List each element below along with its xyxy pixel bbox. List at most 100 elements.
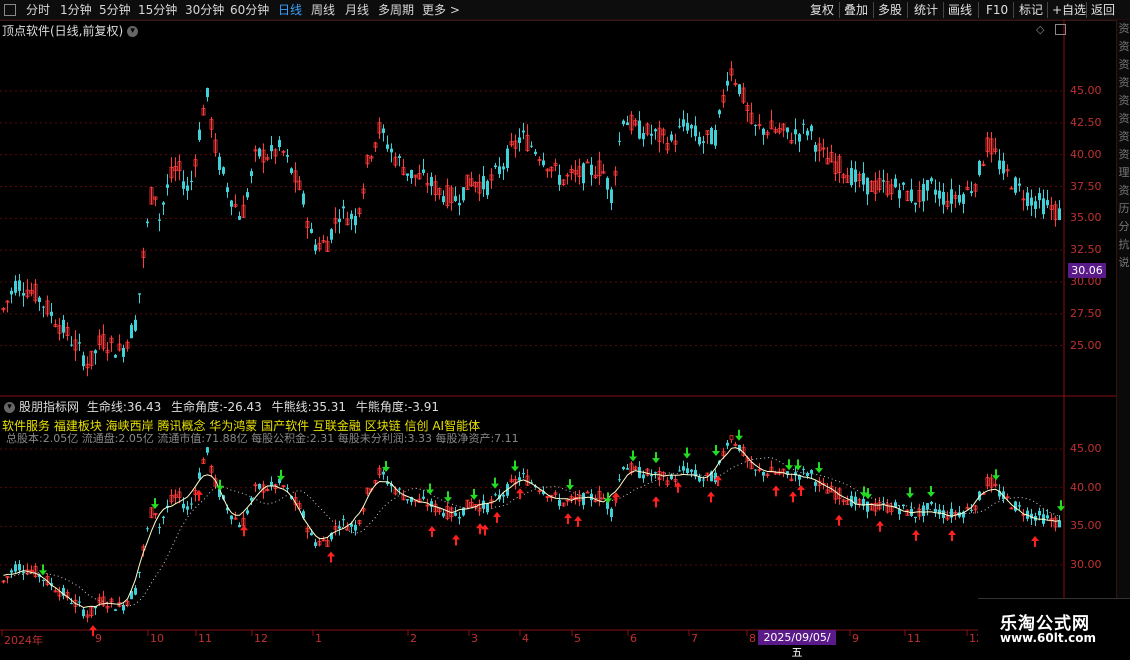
sell-arrow	[426, 483, 434, 495]
candle-body	[934, 189, 937, 195]
side-char: 资	[1118, 94, 1130, 107]
candle-body	[186, 506, 189, 510]
candle-body	[270, 145, 273, 152]
candle-body	[582, 163, 585, 184]
candle-body	[690, 469, 693, 472]
chevron-down-icon[interactable]: ▾	[127, 26, 139, 37]
candle-body	[970, 191, 973, 194]
candle-body	[866, 501, 869, 512]
candle-body	[38, 297, 41, 303]
candle-body	[522, 130, 525, 133]
candle-body	[10, 290, 13, 295]
candle-body	[182, 181, 185, 189]
candle-body	[590, 164, 593, 176]
candle-body	[310, 228, 313, 233]
x-label: 7	[691, 632, 698, 645]
sell-arrow	[511, 460, 519, 472]
candle-body	[1014, 177, 1017, 193]
buy-arrow	[772, 485, 780, 497]
watermark-logo: 乐淘公式网 www.60lt.com	[978, 598, 1130, 651]
kline-chart[interactable]	[0, 0, 1130, 650]
chart-title: 顶点软件(日线,前复权) ▾	[2, 22, 139, 39]
x-label: 5	[574, 632, 581, 645]
price-tick: 45.00	[1070, 84, 1102, 97]
candle-body	[930, 178, 933, 182]
candle-body	[702, 141, 705, 143]
candle-body	[698, 136, 701, 145]
candle-body	[694, 125, 697, 137]
buy-arrow	[797, 484, 805, 496]
candle-body	[314, 542, 317, 547]
candle-body	[158, 219, 161, 221]
candle-body	[422, 169, 425, 173]
candle-body	[18, 564, 21, 571]
life-line-label: 生命线:	[86, 400, 127, 414]
candle-body	[894, 178, 897, 188]
candle-body	[1018, 505, 1021, 507]
candle-body	[1030, 197, 1033, 206]
candle-body	[422, 496, 425, 499]
candle-body	[866, 177, 869, 195]
candle-body	[850, 168, 853, 186]
side-char: 历	[1118, 202, 1130, 215]
candle-body	[926, 180, 929, 191]
candle-body	[522, 473, 525, 475]
candle-body	[498, 166, 501, 175]
candle-body	[302, 193, 305, 205]
sell-arrow	[735, 429, 743, 441]
candle-body	[806, 130, 809, 136]
candle-body	[690, 125, 693, 129]
candle-body	[206, 88, 209, 98]
diamond-icon[interactable]: ◇	[1036, 23, 1044, 36]
candle-body	[998, 160, 1001, 170]
candle-body	[406, 173, 409, 176]
candle-body	[482, 176, 485, 190]
sell-arrow	[683, 447, 691, 459]
candle-body	[710, 128, 713, 145]
candle-body	[1002, 160, 1005, 174]
candle-body	[1038, 193, 1041, 201]
buy-arrow	[707, 491, 715, 503]
candle-body	[430, 176, 433, 187]
candle-body	[270, 481, 273, 486]
price-tick: 27.50	[1070, 306, 1102, 320]
candle-body	[494, 494, 497, 496]
candle-body	[382, 128, 385, 133]
candle-body	[238, 524, 241, 528]
candle-body	[1046, 515, 1049, 519]
candle-body	[250, 497, 253, 501]
x-label: 4	[522, 632, 529, 645]
buy-arrow	[574, 515, 582, 527]
x-label: 12	[254, 632, 268, 645]
candle-body	[654, 472, 657, 474]
candle-body	[502, 166, 505, 170]
candle-body	[938, 190, 941, 199]
side-char: 说	[1118, 256, 1130, 269]
candle-body	[338, 526, 341, 529]
candle-body	[518, 477, 521, 481]
candle-body	[642, 474, 645, 479]
life-angle-value: -26.43	[223, 400, 262, 414]
candle-body	[814, 145, 817, 152]
candle-body	[198, 472, 201, 479]
candle-body	[78, 342, 81, 344]
sell-arrow	[491, 477, 499, 489]
candle-body	[902, 182, 905, 185]
candle-body	[458, 516, 461, 519]
candle-body	[442, 196, 445, 203]
maximize-icon[interactable]	[1055, 24, 1066, 35]
candle-body	[950, 189, 953, 204]
side-panel-strip: 资资资资资资资资理资历分抗说	[1116, 20, 1130, 630]
buy-arrow	[912, 529, 920, 541]
candle-body	[14, 564, 17, 572]
buy-arrow	[195, 489, 203, 501]
chevron-down-icon[interactable]: ▾	[4, 402, 15, 413]
candle-body	[230, 515, 233, 520]
candle-body	[638, 466, 641, 478]
candle-body	[1014, 501, 1017, 511]
life-angle-label: 生命角度:	[171, 400, 224, 414]
price-tick: 37.50	[1070, 179, 1102, 193]
candle-body	[342, 519, 345, 521]
candle-body	[962, 194, 965, 204]
candle-body	[958, 195, 961, 203]
